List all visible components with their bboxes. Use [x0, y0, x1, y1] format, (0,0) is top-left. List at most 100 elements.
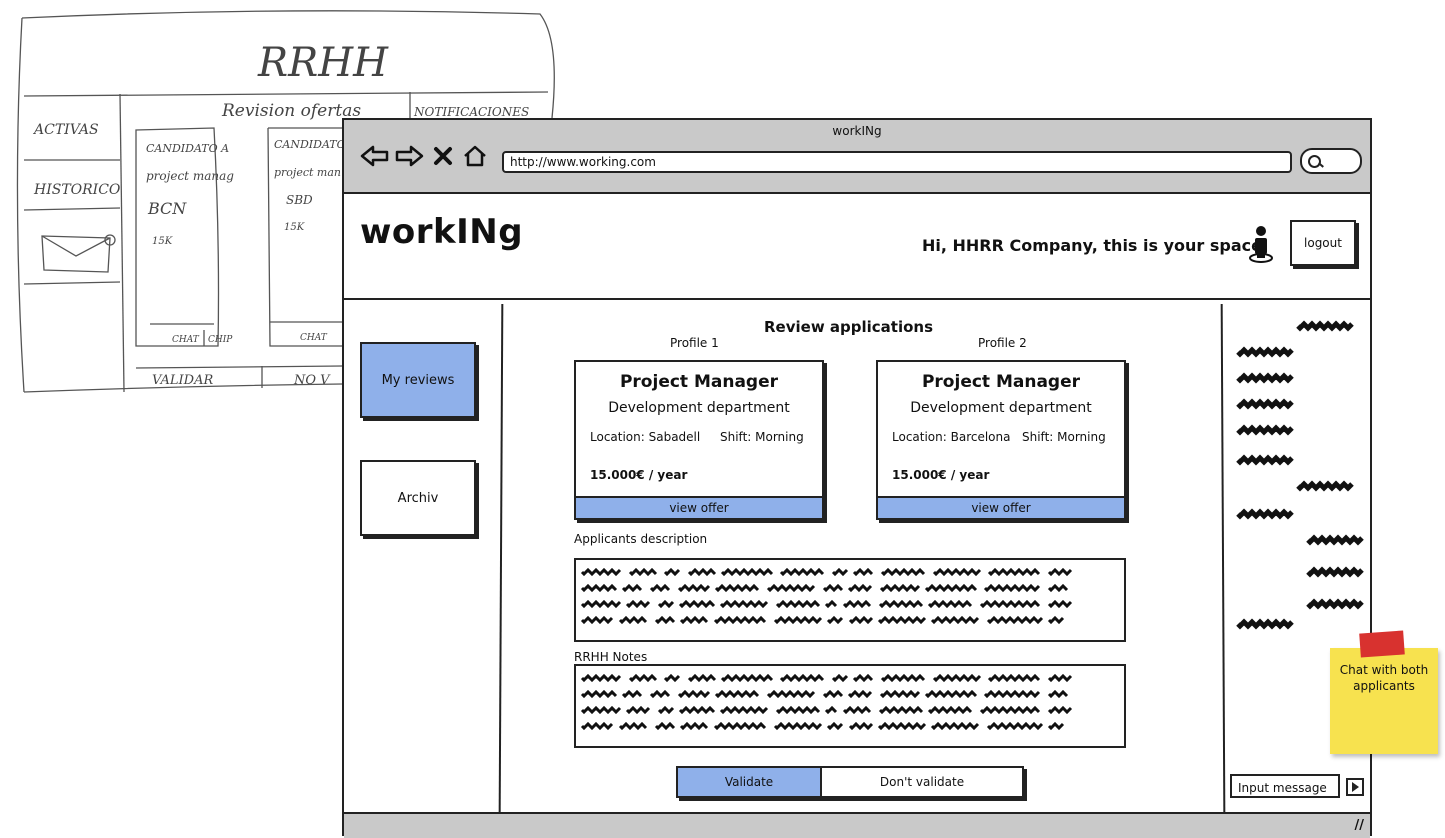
scribble-word	[979, 705, 1041, 715]
scribble-word	[714, 583, 760, 593]
forward-arrow-icon[interactable]	[394, 144, 424, 168]
scribble-word	[663, 673, 681, 683]
scribble-word	[1047, 599, 1073, 609]
scribble-word	[824, 599, 838, 609]
logout-button[interactable]: logout	[1290, 220, 1356, 266]
scribble-word	[719, 705, 769, 715]
scribble-word	[779, 567, 825, 577]
scribble-word	[678, 599, 716, 609]
dont-validate-button[interactable]: Don't validate	[822, 768, 1022, 796]
sticky-note: Chat with both applicants	[1330, 630, 1438, 754]
scribble-word	[847, 689, 873, 699]
scribble-word	[879, 583, 921, 593]
scribble-word	[628, 567, 658, 577]
scribble-word	[880, 673, 926, 683]
scribble-word	[580, 567, 622, 577]
validation-button-group: Validate Don't validate	[676, 766, 1024, 798]
scribble-word	[714, 689, 760, 699]
scribble-word	[580, 673, 622, 683]
scribble-word	[1047, 673, 1073, 683]
scribble-word	[927, 705, 973, 715]
scribble-word	[618, 615, 648, 625]
location: Location: Barcelona	[892, 430, 1011, 444]
view-offer-button[interactable]: view offer	[878, 496, 1124, 518]
profile-card-1: Project Manager Development department L…	[574, 360, 824, 520]
sticky-tape	[1359, 630, 1405, 658]
scribbled-text	[580, 567, 1073, 625]
greeting-text: Hi, HHRR Company, this is your space	[922, 236, 1262, 255]
scribble-word	[621, 583, 643, 593]
scribble-word	[1047, 583, 1069, 593]
sketch-candidate-b-salary: 15K	[284, 222, 305, 233]
scribble-word	[930, 615, 980, 625]
scribble-word	[826, 615, 844, 625]
chat-message	[1236, 398, 1294, 410]
scribble-word	[924, 583, 978, 593]
scribble-word	[847, 583, 873, 593]
scribble-word	[822, 689, 844, 699]
back-arrow-icon[interactable]	[360, 144, 390, 168]
scribble-word	[580, 721, 614, 731]
scribble-word	[679, 721, 709, 731]
scribble-word	[1047, 705, 1073, 715]
scribble-word	[848, 721, 874, 731]
sketch-candidate-a-salary: 15K	[152, 236, 173, 247]
scribble-word	[824, 705, 838, 715]
scribble-word	[932, 673, 982, 683]
sketch-candidate-b: CANDIDATO	[274, 138, 346, 151]
sketch-validate: VALIDAR	[152, 373, 213, 388]
resize-grip-icon[interactable]: //	[1355, 818, 1365, 833]
close-icon[interactable]	[432, 144, 454, 168]
scribble-word	[983, 583, 1041, 593]
scribble-word	[983, 689, 1041, 699]
chat-message	[1236, 618, 1294, 630]
scribble-word	[677, 689, 711, 699]
sticky-note-text: Chat with both applicants	[1339, 663, 1429, 693]
scribble-word	[986, 721, 1044, 731]
scribble-word	[987, 673, 1041, 683]
browser-window: workINg http://www.working.com workINg H…	[342, 118, 1372, 838]
view-offer-button[interactable]: view offer	[576, 496, 822, 518]
send-icon[interactable]	[1346, 778, 1364, 796]
page-title: Review applications	[764, 318, 934, 336]
validate-button[interactable]: Validate	[678, 768, 822, 796]
scribble-word	[852, 673, 874, 683]
scribble-word	[649, 689, 671, 699]
scribble-word	[779, 673, 825, 683]
window-title: workINg	[832, 124, 882, 138]
scribbled-text	[580, 673, 1073, 731]
scribble-word	[848, 615, 874, 625]
scribble-word	[677, 583, 711, 593]
search-icon-handle	[1318, 162, 1324, 168]
scribble-word	[687, 673, 717, 683]
app-header: workINg Hi, HHRR Company, this is your s…	[344, 194, 1370, 300]
chat-message	[1236, 424, 1294, 436]
scribble-word	[628, 673, 658, 683]
sketch-candidate-b-city: SBD	[286, 193, 313, 207]
scribble-word	[924, 689, 978, 699]
scribble-word	[775, 705, 821, 715]
sidebar-item-my-reviews[interactable]: My reviews	[360, 342, 476, 418]
search-button[interactable]	[1300, 148, 1362, 174]
left-column-divider	[498, 303, 504, 813]
scribble-word	[1047, 615, 1065, 625]
scribble-word	[880, 567, 926, 577]
chat-message-input[interactable]: Input message	[1230, 774, 1340, 798]
scribble-word	[766, 583, 816, 593]
chat-message	[1306, 598, 1364, 610]
sidebar-item-archiv[interactable]: Archiv	[360, 460, 476, 536]
scribble-word	[986, 615, 1044, 625]
scribble-word	[625, 705, 651, 715]
scribble-word	[822, 583, 844, 593]
scribble-word	[773, 615, 823, 625]
scribble-word	[878, 705, 924, 715]
url-bar[interactable]: http://www.working.com	[502, 151, 1292, 173]
scribble-word	[621, 689, 643, 699]
chat-message	[1306, 534, 1364, 546]
home-icon[interactable]	[462, 144, 488, 168]
scribble-word	[654, 721, 676, 731]
scribble-word	[679, 615, 709, 625]
scribble-word	[775, 599, 821, 609]
rrhh-notes-box[interactable]	[574, 664, 1126, 748]
browser-chrome: workINg http://www.working.com	[344, 120, 1370, 194]
